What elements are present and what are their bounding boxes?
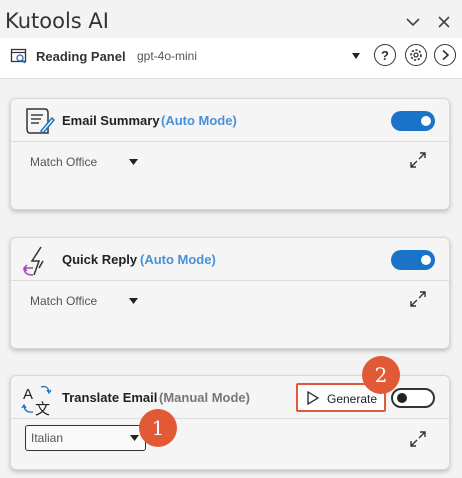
help-icon: ? bbox=[381, 47, 389, 63]
reading-panel-label[interactable]: Reading Panel bbox=[36, 49, 126, 64]
card-title: Quick Reply bbox=[62, 252, 138, 267]
select-caret-icon[interactable] bbox=[129, 298, 138, 304]
model-selector[interactable]: gpt-4o-mini bbox=[137, 49, 197, 63]
play-icon bbox=[307, 391, 319, 405]
model-dropdown-caret-icon[interactable] bbox=[351, 52, 361, 60]
language-select-value: Italian bbox=[31, 431, 64, 445]
card-mode: (Auto Mode) bbox=[140, 252, 216, 267]
settings-icon bbox=[410, 49, 422, 61]
toggle-knob bbox=[421, 255, 431, 265]
settings-button[interactable] bbox=[405, 44, 427, 66]
chevron-down-icon[interactable] bbox=[405, 14, 421, 30]
reading-panel-icon bbox=[10, 48, 27, 64]
callout-badge-2: 2 bbox=[362, 356, 400, 394]
app-title: Kutools AI bbox=[5, 9, 109, 33]
help-button[interactable]: ? bbox=[374, 44, 396, 66]
select-caret-icon[interactable] bbox=[129, 159, 138, 165]
close-icon[interactable] bbox=[436, 14, 452, 30]
translate-email-toggle[interactable] bbox=[391, 388, 435, 408]
toggle-knob bbox=[421, 116, 431, 126]
forward-icon bbox=[442, 49, 450, 61]
quick-reply-icon bbox=[22, 246, 44, 276]
quick-reply-toggle[interactable] bbox=[391, 250, 435, 270]
language-select[interactable]: Match Office bbox=[30, 155, 97, 169]
card-mode: (Auto Mode) bbox=[161, 113, 237, 128]
card-mode: (Manual Mode) bbox=[159, 390, 250, 405]
card-title: Email Summary bbox=[62, 113, 160, 128]
card-header: Email Summary (Auto Mode) bbox=[11, 99, 449, 142]
quick-reply-card: Quick Reply (Auto Mode) Match Office bbox=[10, 237, 450, 349]
card-title: Translate Email bbox=[62, 390, 158, 405]
language-select[interactable]: Match Office bbox=[30, 294, 97, 308]
svg-text:A: A bbox=[23, 386, 33, 403]
email-summary-toggle[interactable] bbox=[391, 111, 435, 131]
email-summary-icon bbox=[26, 108, 55, 135]
translate-icon: A 文 bbox=[21, 385, 52, 416]
select-caret-icon bbox=[130, 435, 139, 441]
generate-label: Generate bbox=[327, 392, 378, 406]
toggle-knob bbox=[397, 393, 407, 403]
forward-button[interactable] bbox=[434, 44, 456, 66]
card-header: Quick Reply (Auto Mode) bbox=[11, 238, 449, 281]
expand-icon[interactable] bbox=[408, 150, 428, 170]
language-select[interactable]: Italian bbox=[25, 425, 146, 451]
expand-icon[interactable] bbox=[408, 289, 428, 309]
svg-text:文: 文 bbox=[35, 400, 50, 416]
email-summary-card: Email Summary (Auto Mode) Match Office bbox=[10, 98, 450, 210]
toolbar: Reading Panel gpt-4o-mini ? bbox=[0, 38, 462, 79]
expand-icon[interactable] bbox=[408, 429, 428, 449]
callout-badge-1: 1 bbox=[139, 409, 177, 447]
